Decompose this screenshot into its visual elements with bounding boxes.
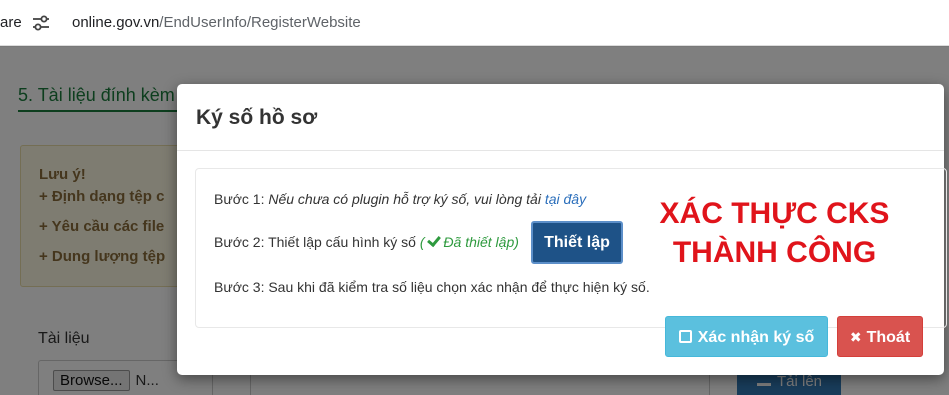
modal-title: Ký số hồ sơ	[196, 106, 318, 129]
success-line-2: THÀNH CÔNG	[672, 236, 877, 269]
confirm-sign-button[interactable]: Xác nhận ký số	[665, 316, 828, 357]
step-2: Bước 2: Thiết lập cấu hình ký số ( Đã th…	[214, 232, 519, 250]
success-message: XÁC THỰC CKS THÀNH CÔNG	[647, 194, 902, 272]
check-icon	[427, 232, 442, 248]
browser-left-label[interactable]: are	[0, 14, 22, 31]
step-1-text: Nếu chưa có plugin hỗ trợ ký số, vui lòn…	[268, 191, 545, 207]
url-path: /EndUserInfo/RegisterWebsite	[159, 14, 361, 31]
download-plugin-link[interactable]: tại đây	[545, 191, 586, 207]
exit-button[interactable]: ✖ Thoát	[837, 316, 923, 357]
sign-document-modal: Ký số hồ sơ Bước 1: Nếu chưa có plugin h…	[177, 84, 947, 375]
success-line-1: XÁC THỰC CKS	[659, 197, 890, 230]
modal-divider	[177, 150, 944, 151]
url-field[interactable]: online.gov.vn/EndUserInfo/RegisterWebsit…	[72, 14, 361, 31]
step-2-prefix: Bước 2: Thiết lập cấu hình ký số	[214, 234, 420, 250]
exit-label: Thoát	[866, 329, 911, 346]
tune-icon[interactable]	[30, 12, 52, 34]
setup-status: Đã thiết lập)	[443, 234, 519, 250]
close-icon: ✖	[849, 329, 862, 345]
step-3: Bước 3: Sau khi đã kiểm tra số liệu chọn…	[214, 279, 650, 295]
setup-button[interactable]: Thiết lập	[531, 221, 623, 264]
step-1-prefix: Bước 1:	[214, 191, 269, 207]
confirm-sign-label: Xác nhận ký số	[697, 329, 815, 346]
url-host: online.gov.vn	[72, 14, 160, 31]
edit-icon	[678, 330, 692, 343]
step-1: Bước 1: Nếu chưa có plugin hỗ trợ ký số,…	[214, 191, 586, 207]
browser-address-bar: are online.gov.vn/EndUserInfo/RegisterWe…	[0, 0, 949, 46]
